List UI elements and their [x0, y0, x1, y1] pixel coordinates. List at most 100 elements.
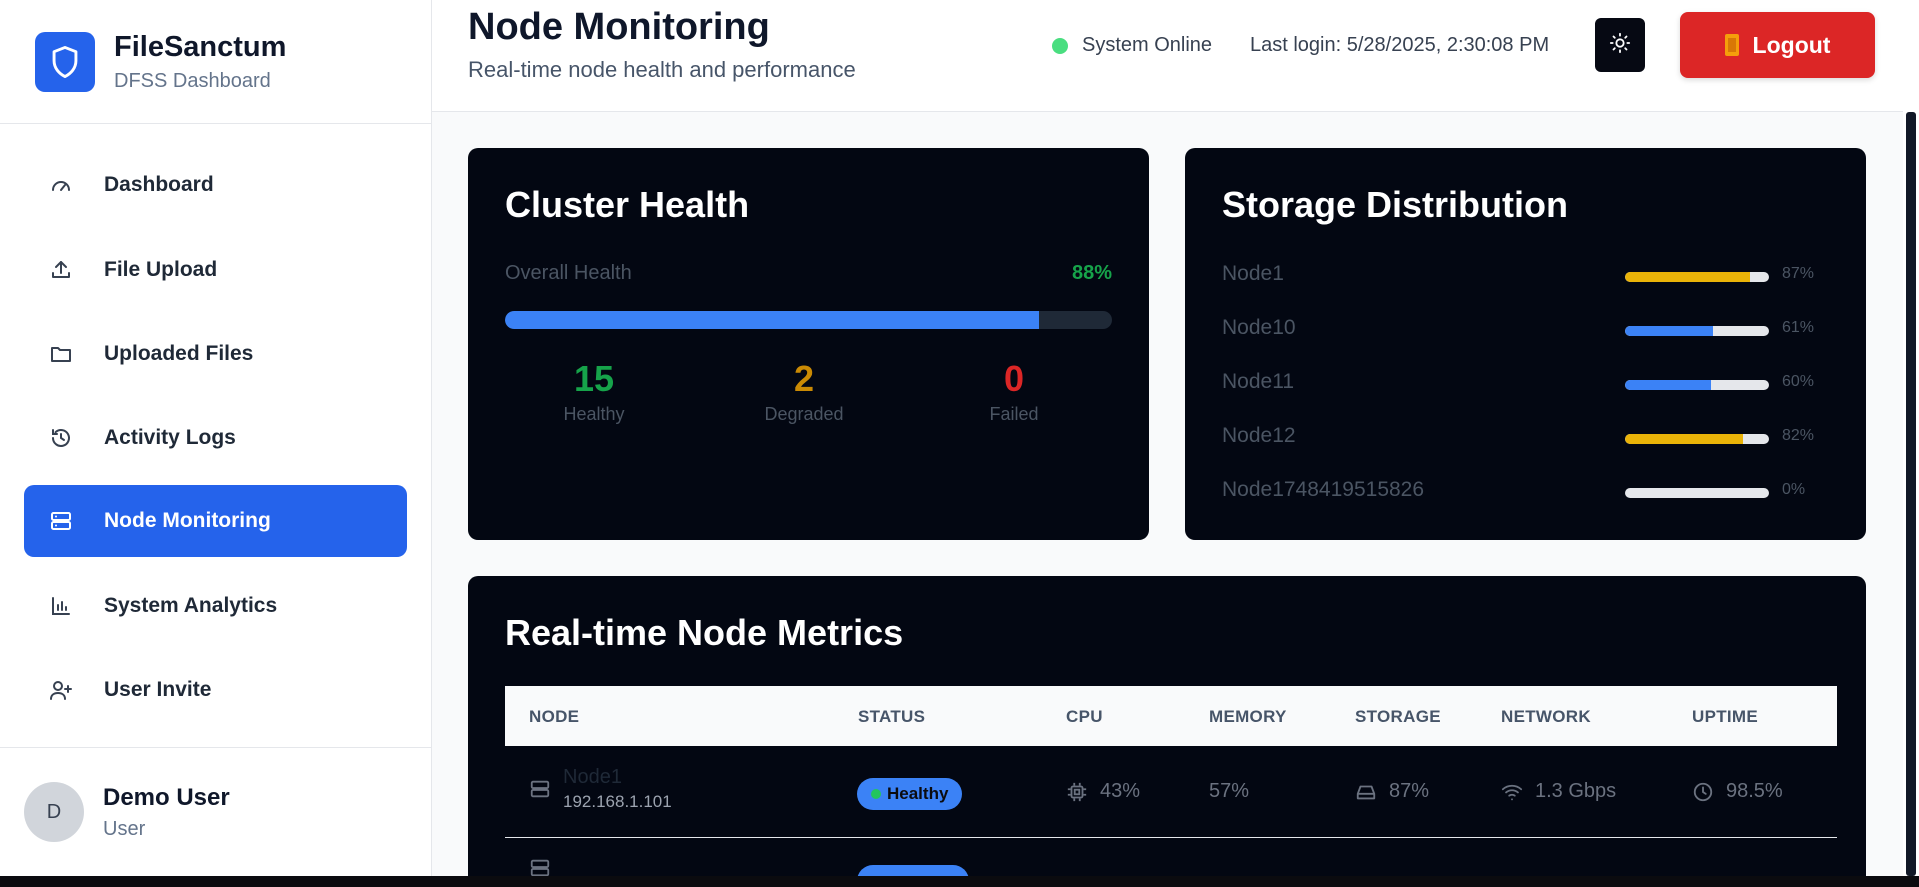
storage-cell: 87%	[1355, 780, 1429, 803]
brand-title: FileSanctum	[114, 31, 287, 64]
storage-bar	[1625, 326, 1769, 336]
last-login: Last login: 5/28/2025, 2:30:08 PM	[1250, 34, 1550, 56]
node-metrics-card: Real-time Node Metrics NODE STATUS CPU M…	[468, 576, 1866, 876]
table-header: NODE STATUS CPU MEMORY STORAGE NETWORK U…	[505, 686, 1837, 746]
storage-distribution-title: Storage Distribution	[1222, 184, 1569, 225]
status-badge: Healthy	[857, 778, 963, 810]
storage-bar	[1625, 380, 1769, 390]
top-header: Node Monitoring Real-time node health an…	[432, 0, 1903, 112]
storage-row: Node11 60%	[1222, 370, 1842, 400]
sidebar-item-activity-logs[interactable]: Activity Logs	[24, 402, 407, 474]
status-badge-label: Healthy	[887, 784, 949, 803]
cpu-value: 43%	[1100, 780, 1141, 802]
storage-bar	[1625, 272, 1769, 282]
sidebar-item-file-upload[interactable]: File Upload	[24, 234, 407, 306]
theme-toggle-button[interactable]	[1595, 18, 1645, 72]
status-dot-icon	[871, 789, 881, 799]
bar-chart-icon	[48, 593, 74, 619]
table-row[interactable]	[505, 839, 1837, 876]
column-header[interactable]: NODE	[529, 707, 579, 727]
main-content: Cluster Health Overall Health 88% 15 Hea…	[432, 112, 1903, 876]
server-icon	[48, 508, 74, 534]
cpu-icon	[1066, 781, 1088, 803]
sun-icon	[1609, 32, 1631, 59]
user-role: User	[103, 817, 146, 840]
system-status: System Online	[1052, 34, 1212, 57]
healthy-label: Healthy	[563, 404, 625, 424]
sidebar-item-label: Node Monitoring	[104, 509, 271, 532]
memory-value: 57%	[1209, 780, 1250, 802]
hard-drive-icon	[1355, 781, 1377, 803]
storage-bar-fill	[1625, 326, 1713, 336]
column-header[interactable]: CPU	[1066, 707, 1103, 727]
user-profile[interactable]: D Demo User User	[0, 747, 432, 876]
storage-node-percent: 0%	[1782, 481, 1806, 498]
clock-icon	[1692, 781, 1714, 803]
door-icon	[1724, 34, 1739, 56]
storage-row: Node10 61%	[1222, 316, 1842, 346]
cluster-health-card: Cluster Health Overall Health 88% 15 Hea…	[468, 148, 1149, 540]
healthy-stat: 15 Healthy	[524, 358, 664, 425]
sidebar: FileSanctum DFSS Dashboard Dashboard Fil…	[0, 0, 432, 876]
storage-row: Node1 87%	[1222, 262, 1842, 292]
page-title: Node Monitoring	[468, 6, 770, 48]
column-header[interactable]: STORAGE	[1355, 707, 1441, 727]
sidebar-item-user-invite[interactable]: User Invite	[24, 654, 407, 726]
column-header[interactable]: STATUS	[858, 707, 925, 727]
degraded-count: 2	[793, 358, 815, 399]
scrollbar-thumb[interactable]	[1906, 112, 1916, 876]
storage-node-percent: 61%	[1782, 319, 1815, 336]
server-icon	[529, 857, 551, 876]
status-dot-icon	[1052, 37, 1068, 54]
storage-node-percent: 82%	[1782, 427, 1815, 444]
status-text: System Online	[1082, 34, 1213, 56]
cluster-health-title: Cluster Health	[505, 184, 750, 225]
sidebar-item-label: Activity Logs	[104, 426, 236, 449]
storage-node-name: Node1	[1222, 262, 1284, 285]
page-subtitle: Real-time node health and performance	[468, 57, 856, 82]
storage-node-name: Node10	[1222, 316, 1296, 339]
storage-bar	[1625, 434, 1769, 444]
node-ip: 192.168.1.101	[563, 792, 672, 811]
failed-count: 0	[1003, 358, 1025, 399]
failed-stat: 0 Failed	[944, 358, 1084, 425]
table-row[interactable]: Node1 192.168.1.101 Healthy 43% 57% 87% …	[505, 746, 1837, 838]
network-cell: 1.3 Gbps	[1501, 780, 1616, 803]
shield-icon	[35, 31, 95, 92]
storage-row: Node1748419515826 0%	[1222, 478, 1842, 508]
storage-node-name: Node1748419515826	[1222, 478, 1425, 501]
sidebar-item-label: Dashboard	[104, 173, 214, 196]
sidebar-item-label: File Upload	[104, 258, 218, 281]
node-cell	[529, 857, 563, 876]
uptime-cell: 98.5%	[1692, 780, 1783, 803]
storage-bar-fill	[1625, 380, 1712, 390]
storage-row: Node12 82%	[1222, 424, 1842, 454]
storage-value: 87%	[1389, 780, 1430, 802]
sidebar-item-label: User Invite	[104, 678, 212, 701]
window-bottom-edge	[0, 876, 1919, 887]
storage-distribution-card: Storage Distribution Node1 87% Node10 61…	[1185, 148, 1866, 540]
cpu-cell: 43%	[1066, 780, 1140, 803]
degraded-stat: 2 Degraded	[734, 358, 874, 425]
column-header[interactable]: MEMORY	[1209, 707, 1287, 727]
column-header[interactable]: UPTIME	[1692, 707, 1758, 727]
healthy-count: 15	[573, 358, 615, 399]
network-value: 1.3 Gbps	[1535, 780, 1617, 802]
node-cell: Node1 192.168.1.101	[529, 766, 672, 812]
status-badge	[857, 865, 969, 876]
sidebar-item-label: Uploaded Files	[104, 342, 254, 365]
sidebar-item-label: System Analytics	[104, 594, 278, 617]
overall-health-label: Overall Health	[505, 262, 632, 284]
folder-icon	[48, 341, 74, 367]
uptime-value: 98.5%	[1726, 780, 1783, 802]
sidebar-item-system-analytics[interactable]: System Analytics	[24, 570, 407, 642]
storage-node-percent: 60%	[1782, 373, 1815, 390]
column-header[interactable]: NETWORK	[1501, 707, 1591, 727]
node-metrics-title: Real-time Node Metrics	[505, 612, 904, 653]
server-icon	[529, 778, 551, 800]
sidebar-item-dashboard[interactable]: Dashboard	[24, 149, 407, 221]
gauge-icon	[48, 172, 74, 198]
sidebar-item-uploaded-files[interactable]: Uploaded Files	[24, 318, 407, 390]
sidebar-item-node-monitoring[interactable]: Node Monitoring	[24, 485, 407, 557]
logout-button[interactable]: Logout	[1680, 12, 1875, 78]
